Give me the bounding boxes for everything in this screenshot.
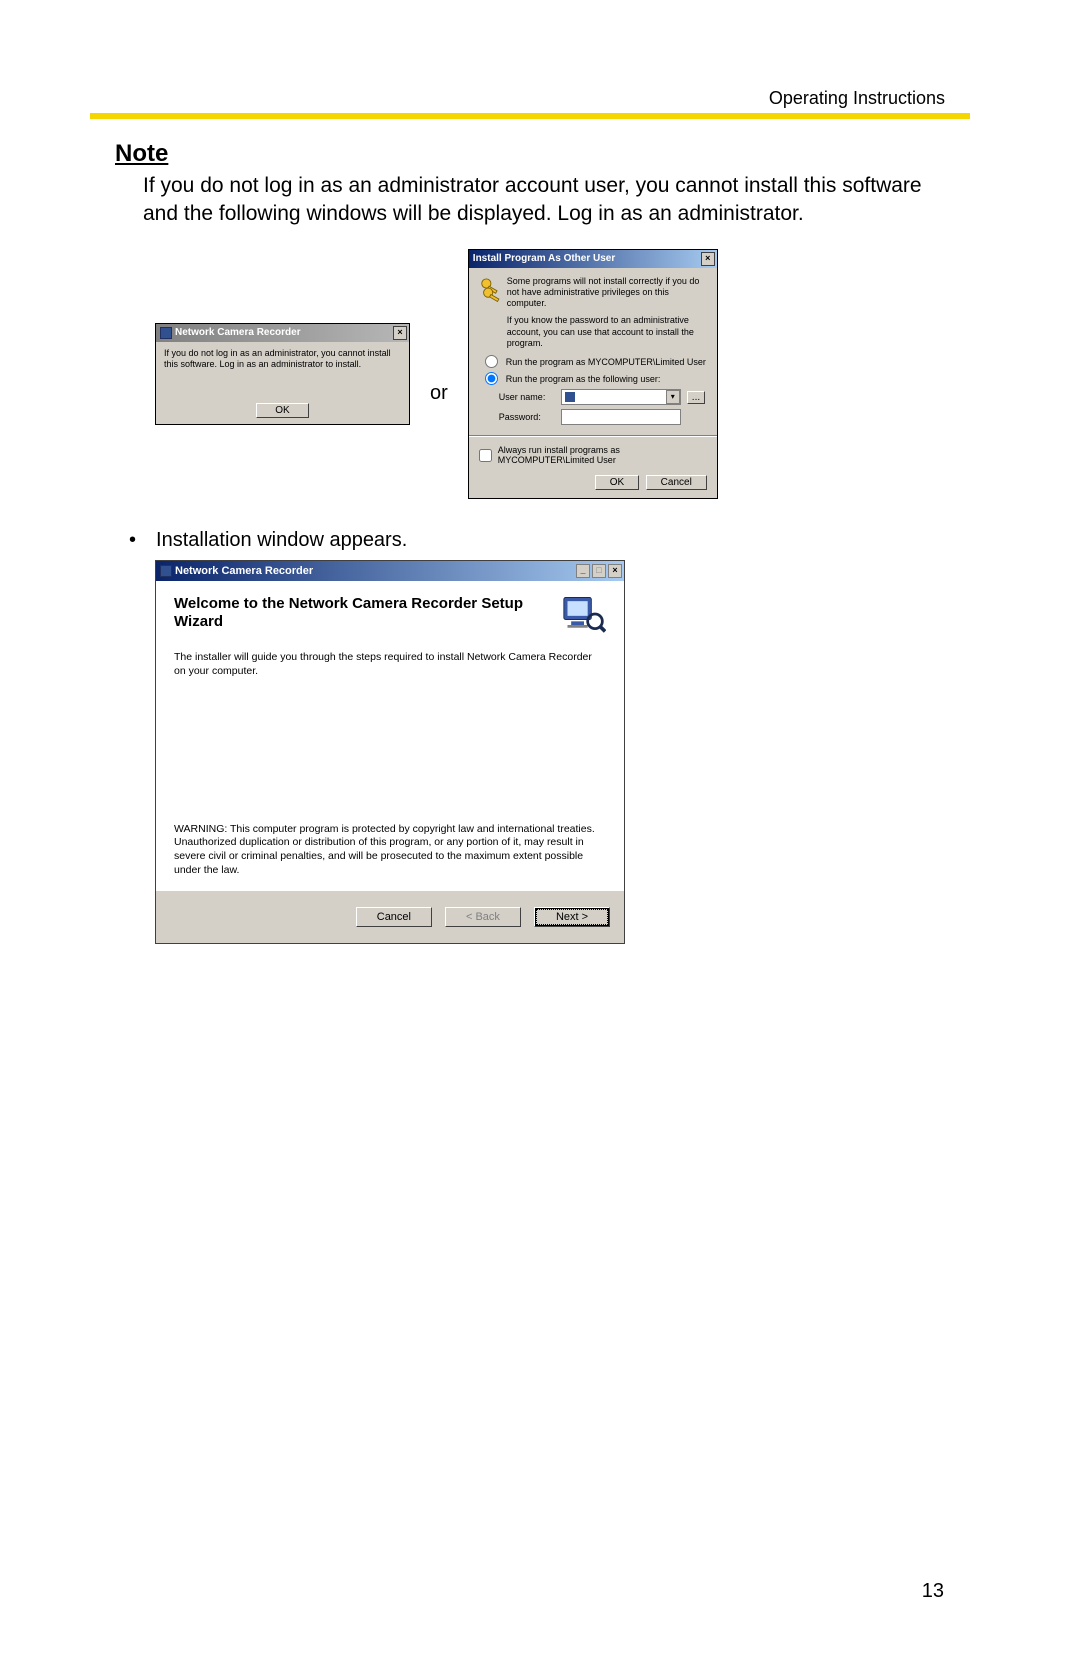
page-number: 13 [922,1580,944,1603]
dialog-row: Network Camera Recorder × If you do not … [155,249,945,500]
cancel-button[interactable]: Cancel [646,475,707,490]
top-rule [90,113,970,119]
ok-button[interactable]: OK [595,475,639,490]
error-dialog-titlebar[interactable]: Network Camera Recorder × [156,324,409,342]
close-icon[interactable]: × [608,564,622,578]
error-dialog-title: Network Camera Recorder [175,327,301,338]
close-icon[interactable]: × [393,326,407,340]
radio-limited-user[interactable] [485,355,498,368]
setup-wizard-titlebar[interactable]: Network Camera Recorder _ □ × [156,561,624,581]
user-icon [565,392,575,402]
close-icon[interactable]: × [701,252,715,266]
radio-limited-user-label: Run the program as MYCOMPUTER\Limited Us… [506,357,706,367]
setup-wizard-heading: Welcome to the Network Camera Recorder S… [174,595,534,631]
runas-dialog-title: Install Program As Other User [473,253,615,264]
runas-line1: Some programs will not install correctly… [507,276,707,310]
keys-icon [479,276,501,302]
password-input[interactable] [561,409,681,425]
setup-wizard-body: The installer will guide you through the… [174,651,606,678]
always-label: Always run install programs as MYCOMPUTE… [498,445,707,465]
setup-wizard-title: Network Camera Recorder [175,565,313,577]
cancel-button[interactable]: Cancel [356,907,432,927]
runas-dialog-titlebar[interactable]: Install Program As Other User × [469,250,717,268]
username-input[interactable]: ▾ [561,389,681,405]
minimize-icon[interactable]: _ [576,564,590,578]
note-body: If you do not log in as an administrator… [143,172,945,229]
runas-dialog: Install Program As Other User × Some p [468,249,718,500]
app-icon [160,565,172,577]
chevron-down-icon[interactable]: ▾ [666,390,680,404]
back-button: < Back [445,907,521,927]
always-checkbox[interactable] [479,449,492,462]
password-label: Password: [499,412,555,422]
radio-following-user-label: Run the program as the following user: [506,374,661,384]
or-label: or [430,382,448,405]
setup-wizard-dialog: Network Camera Recorder _ □ × Welcome to… [155,560,625,944]
error-dialog: Network Camera Recorder × If you do not … [155,323,410,425]
bullet-dot-icon: • [129,529,136,552]
radio-following-user[interactable] [485,372,498,385]
note-heading: Note [115,140,945,168]
page-content: Note If you do not log in as an administ… [115,140,945,944]
setup-wizard-warning: WARNING: This computer program is protec… [174,823,606,878]
bullet-text: Installation window appears. [156,529,407,552]
error-dialog-body: If you do not log in as an administrator… [156,342,409,379]
username-label: User name: [499,392,555,402]
app-icon [160,327,172,339]
browse-button[interactable]: ... [687,391,705,404]
ok-button[interactable]: OK [256,403,308,418]
computer-icon [562,595,606,633]
runas-line2: If you know the password to an administr… [507,315,707,349]
bullet-installation: • Installation window appears. [129,529,945,552]
next-button[interactable]: Next > [534,907,610,927]
header-right: Operating Instructions [769,88,945,109]
maximize-icon: □ [592,564,606,578]
